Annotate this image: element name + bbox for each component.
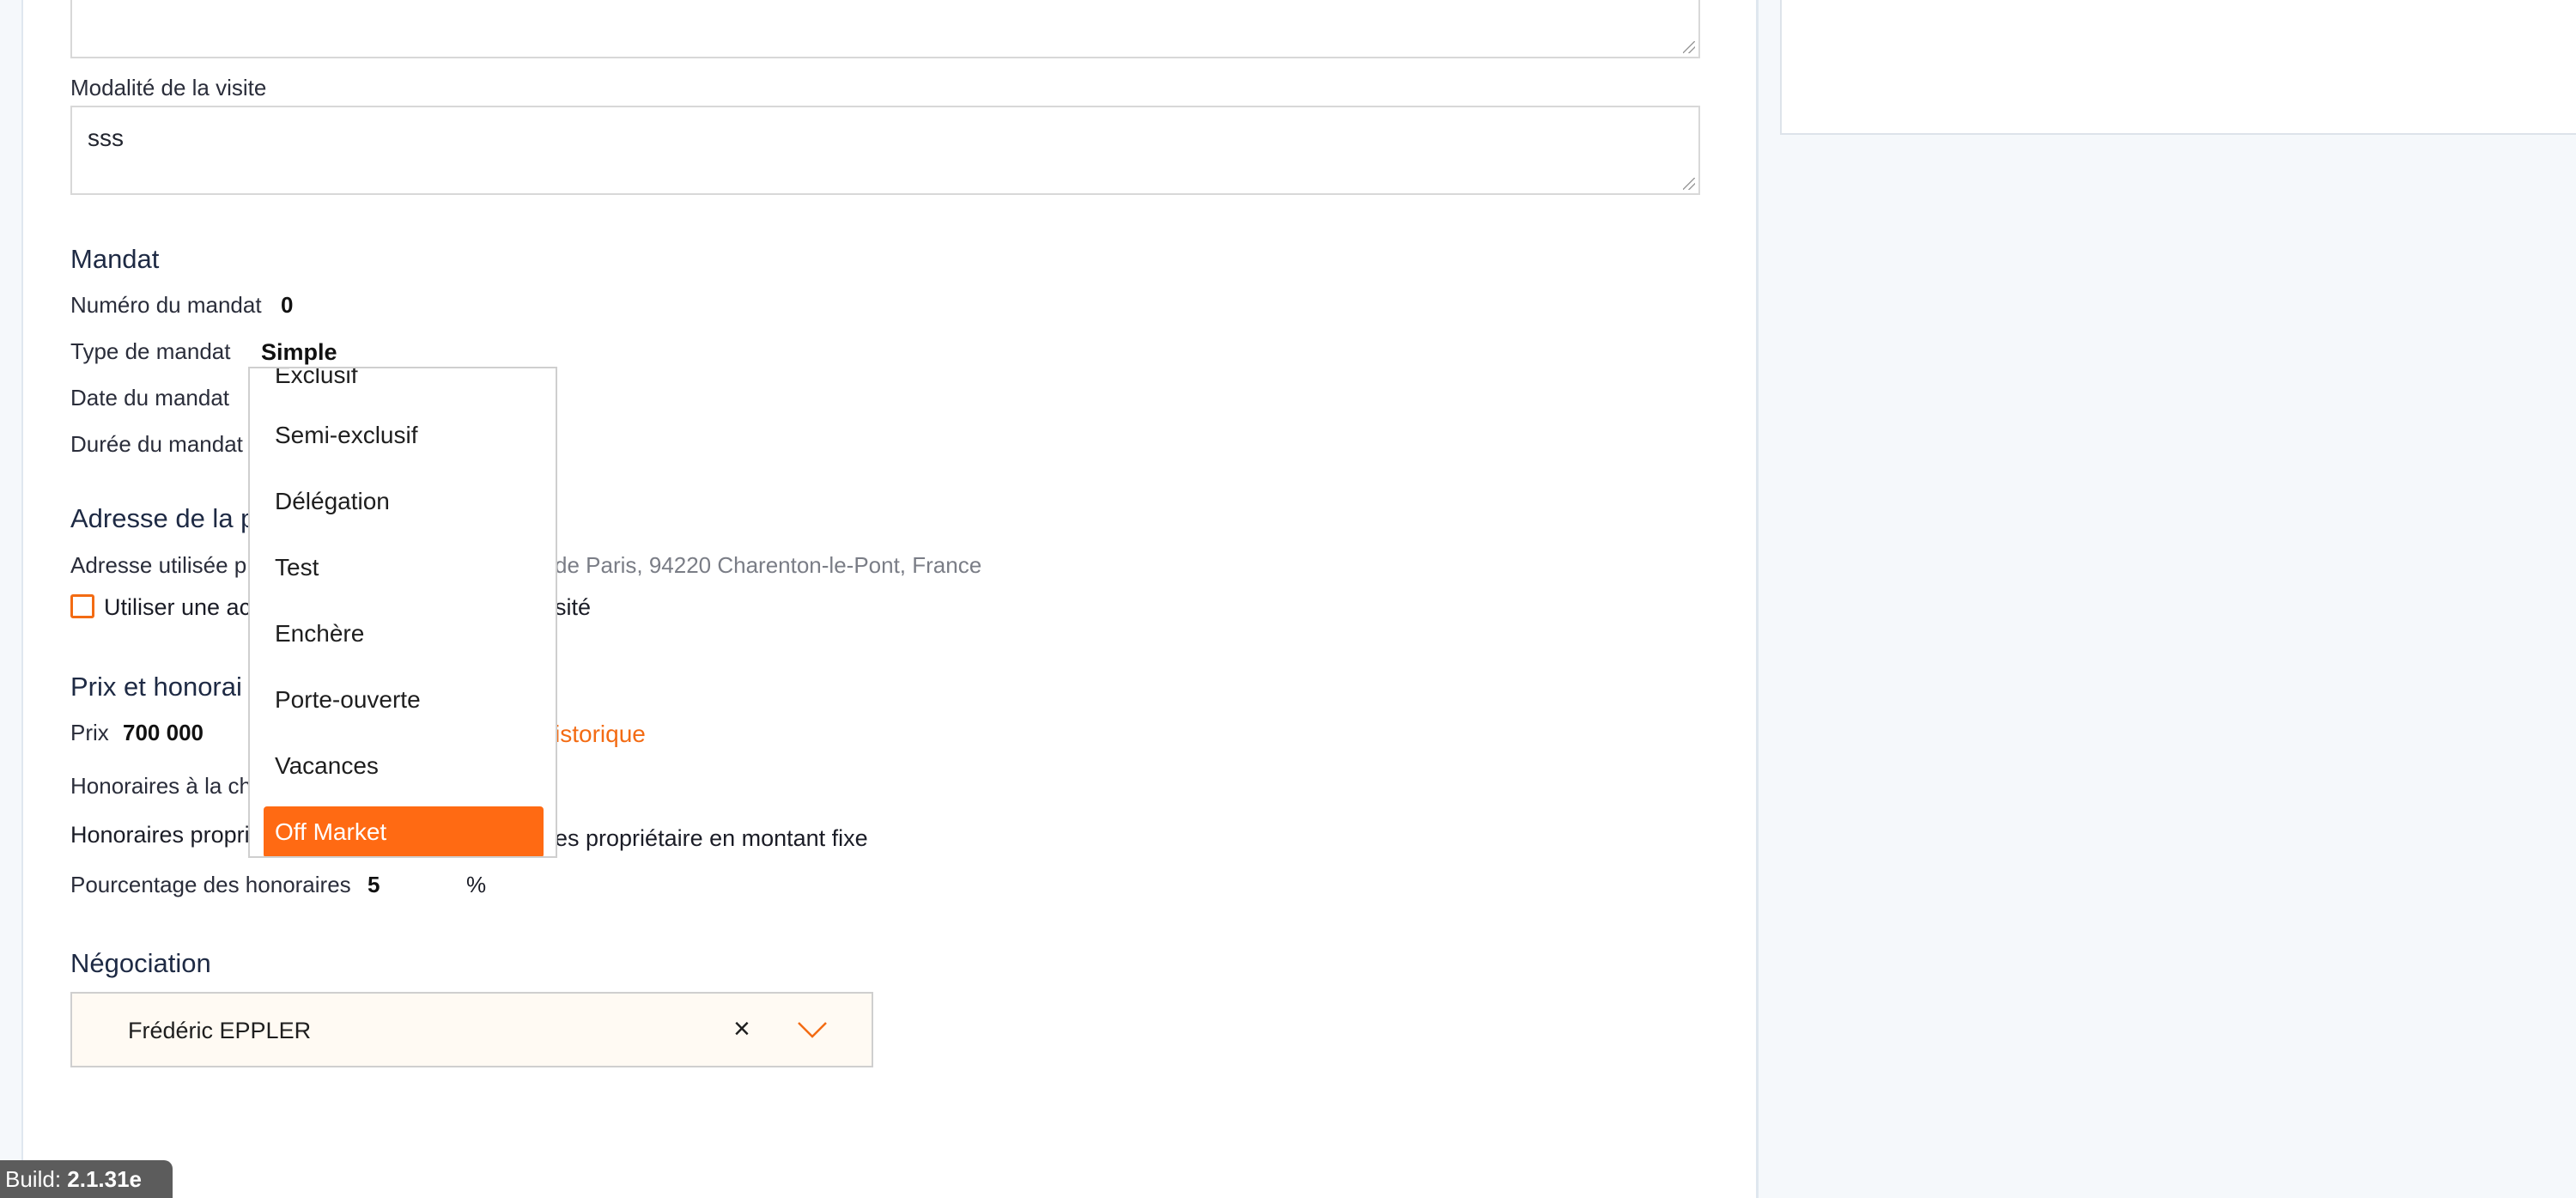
previous-textarea[interactable] <box>70 0 1700 58</box>
fees-owner-fixed-label: es propriétaire en montant fixe <box>555 825 868 851</box>
mandat-number-label: Numéro du mandat <box>70 292 262 318</box>
dropdown-option[interactable]: Vacances <box>264 740 544 792</box>
resize-grip-icon[interactable] <box>1683 41 1695 53</box>
percent-symbol: % <box>466 872 487 897</box>
fees-percent-label: Pourcentage des honoraires <box>70 872 351 897</box>
address-used-label: Adresse utilisée p <box>70 552 247 578</box>
visit-modality-label: Modalité de la visite <box>70 75 267 100</box>
price-label: Prix <box>70 720 109 745</box>
build-badge: Build: 2.1.31e <box>0 1160 173 1198</box>
visit-modality-value: sss <box>88 125 124 151</box>
use-other-address-label-end: sité <box>555 594 592 620</box>
negotiator-select[interactable]: Frédéric EPPLER × <box>70 992 873 1067</box>
build-version: 2.1.31e <box>67 1166 143 1192</box>
dropdown-option[interactable]: Porte-ouverte <box>264 674 544 726</box>
resize-grip-icon[interactable] <box>1683 178 1695 190</box>
visit-modality-textarea[interactable]: sss <box>70 106 1700 195</box>
mandat-type-label: Type de mandat <box>70 338 231 364</box>
chevron-down-icon[interactable] <box>796 1019 829 1040</box>
price-history-link[interactable]: istorique <box>555 721 646 748</box>
mandat-duration-label: Durée du mandat <box>70 431 243 457</box>
dropdown-option[interactable]: Semi-exclusif <box>264 410 544 461</box>
price-section-title: Prix et honorai <box>70 672 242 702</box>
side-panel-card <box>1780 0 2576 135</box>
dropdown-option[interactable]: Enchère <box>264 608 544 660</box>
dropdown-option[interactable]: Test <box>264 542 544 593</box>
dropdown-option-selected[interactable]: Off Market <box>264 806 544 856</box>
negotiation-section-title: Négociation <box>70 948 211 978</box>
address-section-title: Adresse de la p <box>70 503 256 533</box>
dropdown-option[interactable]: Exclusif <box>264 368 544 401</box>
use-other-address-checkbox[interactable] <box>70 594 94 618</box>
fees-charge-label: Honoraires à la ch <box>70 773 252 799</box>
clear-icon[interactable]: × <box>733 1013 750 1046</box>
price-value: 700 000 <box>123 720 204 745</box>
mandat-number-value: 0 <box>281 292 294 318</box>
mandat-date-label: Date du mandat <box>70 385 230 410</box>
dropdown-option[interactable]: Délégation <box>264 476 544 527</box>
fees-owner-label: Honoraires propri <box>70 822 250 848</box>
mandat-type-select[interactable]: Simple <box>261 339 337 366</box>
address-used-value: de Paris, 94220 Charenton-le-Pont, Franc… <box>555 552 982 578</box>
use-other-address-label: Utiliser une ac <box>104 594 252 620</box>
mandat-type-dropdown[interactable]: Exclusif Semi-exclusif Délégation Test E… <box>248 367 557 858</box>
negotiator-value: Frédéric EPPLER <box>128 1018 312 1043</box>
fees-percent-input[interactable]: 5 <box>368 872 380 898</box>
mandat-section-title: Mandat <box>70 244 160 274</box>
build-label: Build: <box>5 1166 68 1192</box>
